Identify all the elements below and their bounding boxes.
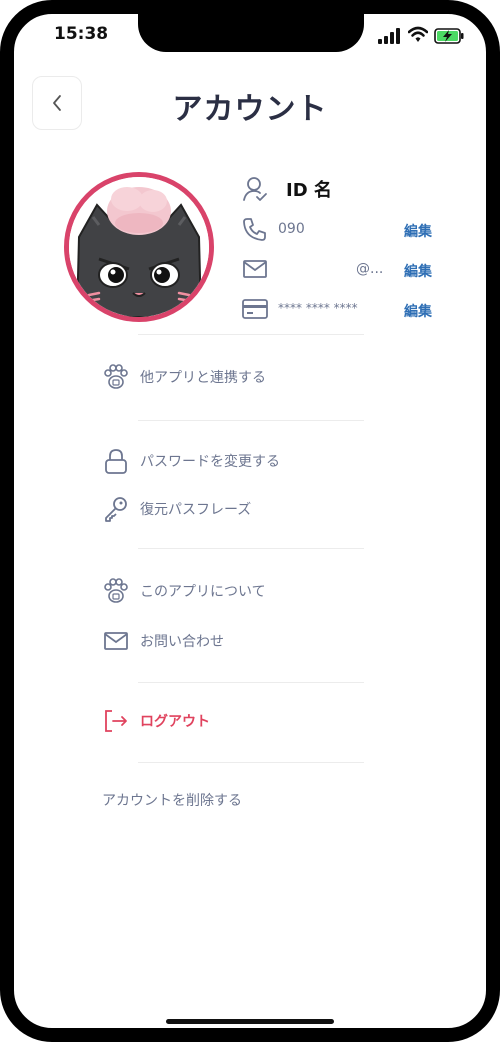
status-icons [378, 26, 468, 46]
divider [138, 420, 364, 421]
cat-avatar-illustration [69, 177, 209, 317]
edit-email-button[interactable]: 編集 [404, 261, 432, 281]
profile-id-row: ID 名 [240, 176, 332, 202]
divider [138, 762, 364, 763]
menu-recovery-phrase[interactable]: 復元パスフレーズ [102, 494, 251, 524]
signal-icon [378, 28, 400, 44]
paw-icon [102, 363, 130, 391]
menu-recovery-phrase-label: 復元パスフレーズ [140, 502, 252, 518]
menu-contact[interactable]: お問い合わせ [102, 626, 224, 656]
profile-phone-row [240, 216, 270, 242]
lock-icon [102, 447, 130, 475]
phone-frame: 15:38 アカウント ID 名 090 編集 @... 編集 **** ***… [0, 0, 500, 1042]
paw-icon [102, 577, 130, 605]
battery-charging-icon [434, 28, 464, 44]
phone-icon [240, 216, 270, 242]
screen: 15:38 アカウント ID 名 090 編集 @... 編集 **** ***… [14, 14, 486, 1028]
wifi-icon [408, 26, 428, 42]
delete-account-link[interactable]: アカウントを削除する [102, 790, 242, 810]
user-check-icon [240, 176, 270, 202]
profile-email-row [240, 256, 270, 282]
logout-button[interactable]: ログアウト [102, 706, 210, 736]
status-time: 15:38 [54, 24, 109, 44]
menu-change-password-label: パスワードを変更する [140, 454, 280, 470]
profile-email: @... [356, 261, 384, 277]
logout-icon [102, 707, 130, 735]
home-indicator[interactable] [166, 1019, 334, 1024]
profile-phone: 090 [278, 221, 305, 237]
menu-about-app[interactable]: このアプリについて [102, 576, 266, 606]
menu-change-password[interactable]: パスワードを変更する [102, 446, 280, 476]
profile-id-name: ID 名 [286, 180, 332, 201]
menu-about-app-label: このアプリについて [140, 584, 266, 600]
edit-card-button[interactable]: 編集 [404, 301, 432, 321]
mail-icon [240, 256, 270, 282]
divider [138, 682, 364, 683]
logout-label: ログアウト [140, 714, 210, 730]
key-icon [102, 495, 130, 523]
avatar[interactable] [64, 172, 214, 322]
divider [138, 548, 364, 549]
page-title: アカウント [172, 92, 328, 127]
menu-link-apps-label: 他アプリと連携する [140, 370, 266, 386]
mail-icon [102, 627, 130, 655]
credit-card-icon [240, 296, 270, 322]
divider [138, 334, 364, 335]
notch [138, 14, 364, 52]
menu-link-apps[interactable]: 他アプリと連携する [102, 362, 266, 392]
menu-contact-label: お問い合わせ [140, 634, 224, 650]
edit-phone-button[interactable]: 編集 [404, 221, 432, 241]
profile-card-row [240, 296, 270, 322]
profile-card: **** **** **** [278, 301, 358, 315]
